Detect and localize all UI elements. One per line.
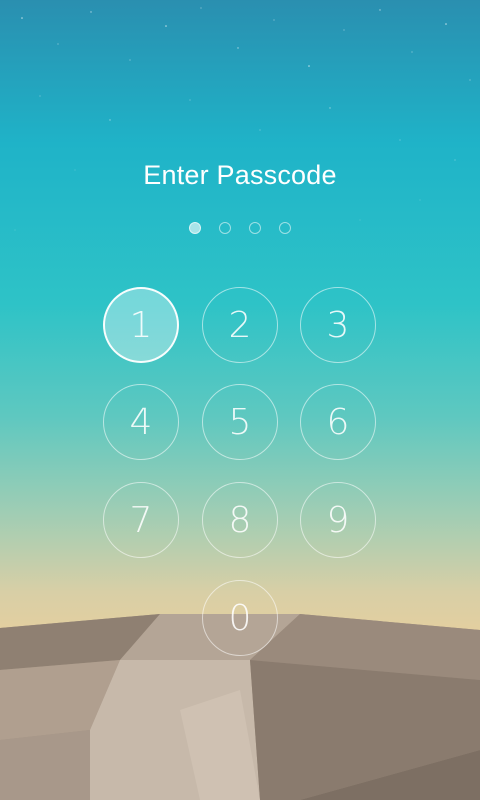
passcode-dot bbox=[219, 222, 231, 234]
keypad-key-6[interactable]: 6 bbox=[300, 384, 376, 460]
keypad-key-3[interactable]: 3 bbox=[300, 287, 376, 363]
keypad-key-4[interactable]: 4 bbox=[103, 384, 179, 460]
passcode-dot bbox=[279, 222, 291, 234]
keypad-key-7[interactable]: 7 bbox=[103, 482, 179, 558]
passcode-indicator bbox=[0, 222, 480, 234]
keypad-key-2[interactable]: 2 bbox=[202, 287, 278, 363]
passcode-dot bbox=[249, 222, 261, 234]
keypad-key-0[interactable]: 0 bbox=[202, 580, 278, 656]
passcode-dot bbox=[189, 222, 201, 234]
starfield-background bbox=[14, 7, 471, 231]
lock-screen: Enter Passcode 1 2 3 4 5 6 7 8 9 0 bbox=[0, 0, 480, 800]
page-title: Enter Passcode bbox=[143, 160, 337, 190]
keypad-key-9[interactable]: 9 bbox=[300, 482, 376, 558]
keypad-key-1[interactable]: 1 bbox=[103, 287, 179, 363]
keypad-key-5[interactable]: 5 bbox=[202, 384, 278, 460]
keypad-key-8[interactable]: 8 bbox=[202, 482, 278, 558]
